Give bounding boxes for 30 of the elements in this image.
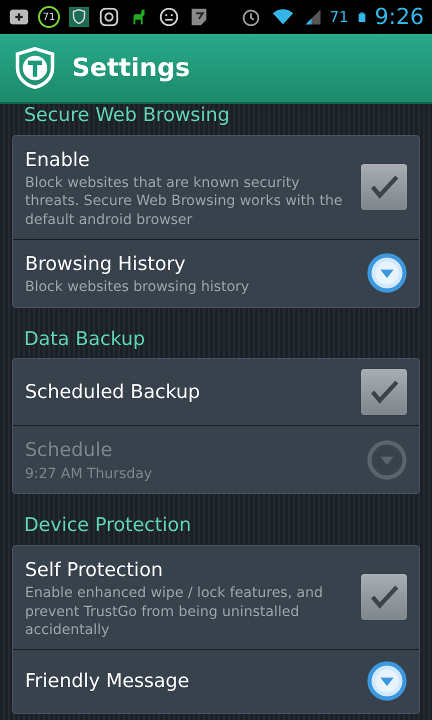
checkbox[interactable] (361, 369, 407, 416)
face-icon (158, 6, 180, 28)
setting-title: Browsing History (25, 252, 187, 277)
setting-summary: 9:27 AM Thursday (25, 464, 154, 484)
clock-time: 9:26 (374, 4, 424, 32)
setting-row[interactable]: Self Protection Enable enhanced wipe / lock features, and prevent TrustGo from being uninstalled accidentally (13, 546, 419, 649)
checkbox[interactable] (361, 574, 407, 620)
setting-row[interactable]: Scheduled Backup (13, 359, 419, 426)
setting-row[interactable]: Friendly Message (13, 648, 419, 713)
badge-count-icon: 71 (38, 6, 60, 28)
setting-summary: Block websites browsing history (25, 278, 250, 297)
setting-title: Scheduled Backup (25, 380, 202, 406)
setting-title: Schedule (25, 438, 114, 464)
setting-title: Self Protection (25, 558, 164, 583)
dropdown-icon[interactable] (367, 253, 407, 294)
setting-row[interactable]: Enable Block websites that are known security threats. Secure Web Browsing works with the default android browser (13, 136, 419, 239)
setting-summary: Block websites that are known security threats. Secure Web Browsing works with the default android browser (25, 174, 344, 229)
section-header: Secure Web Browsing (23, 103, 231, 127)
setting-summary: Enable enhanced wipe / lock features, and prevent TrustGo from being uninstalled accidentally (25, 584, 324, 639)
checkbox[interactable] (361, 164, 407, 210)
section-header: Device Protection (23, 513, 192, 537)
battery-percent: 71 (330, 6, 349, 28)
section-header: Data Backup (23, 326, 146, 350)
dropdown-icon[interactable] (367, 661, 407, 702)
shield-icon (68, 6, 90, 28)
app-title: Settings (72, 52, 190, 84)
setting-title: Enable (25, 148, 91, 173)
setting-row[interactable]: Browsing History Block websites browsing history (13, 238, 419, 307)
shield-logo-icon (14, 44, 56, 92)
setting-title: Friendly Message (25, 669, 190, 694)
